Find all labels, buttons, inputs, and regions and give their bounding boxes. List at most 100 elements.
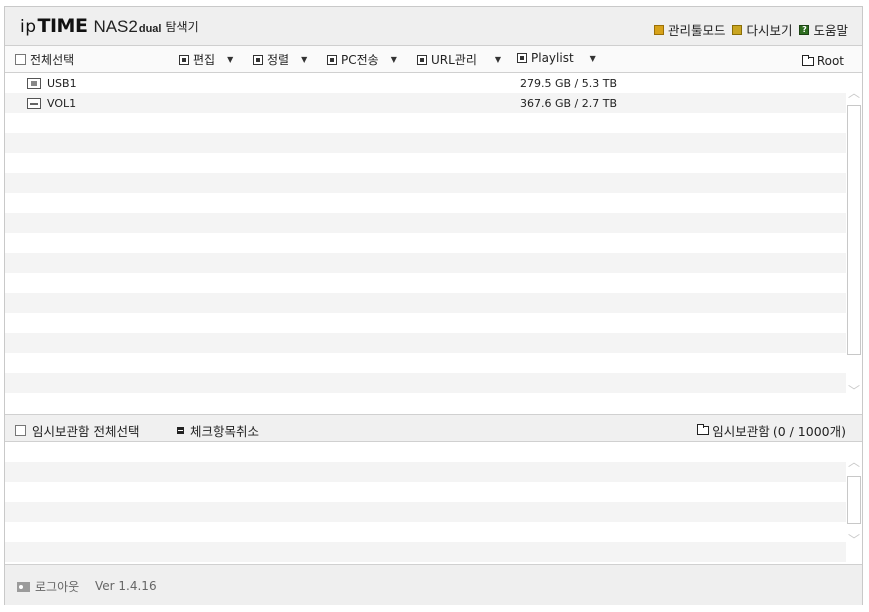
logout-button[interactable]: 로그아웃 [17, 578, 79, 595]
empty-row [5, 293, 846, 313]
file-list-scrollbar[interactable]: ︿ ﹀ [846, 73, 862, 414]
file-list: USB1 279.5 GB / 5.3 TB VOL1 367.6 GB / 2… [5, 73, 846, 414]
root-label: Root [816, 54, 844, 68]
empty-row [5, 373, 846, 393]
admin-mode-label: 관리툴모드 [667, 23, 726, 38]
empty-row [5, 482, 846, 502]
temp-storage-list [5, 442, 846, 564]
file-name-cell: VOL1 [27, 97, 76, 110]
sort-icon [253, 54, 263, 65]
version-text: Ver 1.4.16 [95, 579, 157, 593]
empty-row [5, 133, 846, 153]
empty-row [5, 173, 846, 193]
header-links: 관리툴모드 다시보기 ? 도움말 [653, 20, 848, 39]
sort-menu[interactable]: 정렬 ▼ [253, 51, 307, 68]
empty-row [5, 313, 846, 333]
minus-icon [177, 427, 184, 434]
scroll-thumb[interactable] [847, 476, 861, 524]
select-all-label: 전체선택 [30, 53, 75, 67]
folder-icon [801, 54, 814, 66]
toolbar: 전체선택 편집 ▼ 정렬 ▼ PC전송 ▼ URL관리 ▼ Playlist ▼ [5, 46, 862, 73]
playlist-icon [517, 53, 527, 63]
list-item[interactable]: VOL1 367.6 GB / 2.7 TB [5, 93, 846, 113]
admin-mode-link[interactable]: 관리툴모드 [653, 20, 726, 39]
nas-explorer-window: ip TIME NAS2 dual 탐색기 관리툴모드 다시보기 ? 도움말 전… [4, 6, 863, 605]
temp-select-all-label: 임시보관함 전체선택 [32, 424, 140, 439]
empty-row [5, 333, 846, 353]
chevron-down-icon: ▼ [589, 53, 596, 63]
iptime-logo: ip TIME NAS2 dual 탐색기 [20, 15, 199, 37]
edit-icon [179, 54, 189, 65]
usb-drive-icon [27, 77, 41, 89]
folder-icon [697, 424, 710, 435]
empty-row [5, 233, 846, 253]
reload-link[interactable]: 다시보기 [732, 20, 792, 39]
empty-row [5, 393, 846, 413]
key-icon [17, 581, 30, 592]
empty-row [5, 462, 846, 482]
logo-dual: dual [138, 23, 162, 35]
empty-row [5, 442, 846, 462]
pc-transfer-icon [327, 54, 337, 65]
empty-row [5, 273, 846, 293]
empty-row [5, 253, 846, 273]
logout-label: 로그아웃 [35, 580, 80, 594]
scroll-thumb[interactable] [847, 105, 861, 355]
checkbox-icon[interactable] [15, 425, 26, 436]
url-manage-label: URL관리 [431, 53, 477, 67]
scroll-down-icon[interactable]: ﹀ [846, 532, 862, 548]
reload-label: 다시보기 [746, 23, 793, 38]
file-name[interactable]: USB1 [47, 77, 77, 90]
empty-row [5, 542, 846, 562]
scroll-down-icon[interactable]: ﹀ [846, 383, 862, 399]
chevron-down-icon: ▼ [390, 55, 397, 64]
file-size: 367.6 GB / 2.7 TB [520, 96, 618, 110]
checkbox-icon[interactable] [15, 54, 26, 65]
temp-storage-label: 임시보관함 [712, 424, 770, 439]
url-manage-icon [417, 54, 427, 65]
playlist-menu[interactable]: Playlist ▼ [517, 51, 596, 65]
pc-transfer-menu[interactable]: PC전송 ▼ [327, 51, 397, 68]
chevron-down-icon: ▼ [301, 55, 308, 64]
edit-label: 편집 [193, 53, 216, 67]
edit-menu[interactable]: 편집 ▼ [179, 51, 233, 68]
admin-mode-icon [653, 24, 664, 35]
help-link[interactable]: ? 도움말 [799, 20, 848, 39]
chevron-down-icon: ▼ [227, 55, 234, 64]
temp-select-all-checkbox[interactable]: 임시보관함 전체선택 [15, 421, 139, 440]
temp-storage-link[interactable]: 임시보관함 (0 / 1000개) [697, 421, 846, 440]
help-label: 도움말 [813, 23, 848, 38]
temp-storage-bar: 임시보관함 전체선택 체크항목취소 임시보관함 (0 / 1000개) [5, 414, 862, 442]
file-size: 279.5 GB / 5.3 TB [520, 76, 618, 90]
uncheck-button[interactable]: 체크항목취소 [177, 421, 259, 440]
help-icon: ? [799, 24, 810, 35]
pc-transfer-label: PC전송 [341, 53, 379, 67]
chevron-down-icon: ▼ [494, 55, 502, 64]
footer-bar: 로그아웃 Ver 1.4.16 [5, 564, 862, 605]
logo-explorer: 탐색기 [165, 20, 199, 34]
reload-icon [732, 24, 743, 35]
sort-label: 정렬 [267, 53, 290, 67]
volume-drive-icon [27, 97, 41, 109]
url-manage-menu[interactable]: URL관리 ▼ [417, 51, 501, 68]
temp-storage-count: (0 / 1000개) [772, 424, 846, 439]
empty-row [5, 153, 846, 173]
logo-ip: ip [20, 17, 37, 37]
empty-row [5, 522, 846, 542]
file-name[interactable]: VOL1 [47, 97, 76, 110]
list-item[interactable]: USB1 279.5 GB / 5.3 TB [5, 73, 846, 93]
empty-row [5, 353, 846, 373]
empty-row [5, 113, 846, 133]
scroll-up-icon[interactable]: ︿ [846, 454, 862, 470]
uncheck-label: 체크항목취소 [190, 424, 260, 439]
logo-nas: NAS2 [93, 17, 138, 36]
select-all-checkbox[interactable]: 전체선택 [15, 51, 74, 68]
empty-row [5, 193, 846, 213]
playlist-label: Playlist [531, 51, 574, 65]
file-name-cell: USB1 [27, 77, 77, 90]
temp-list-scrollbar[interactable]: ︿ ﹀ [846, 442, 862, 564]
scroll-up-icon[interactable]: ︿ [846, 85, 862, 101]
logo-time: TIME [37, 15, 88, 37]
root-button[interactable]: Root [801, 54, 844, 68]
empty-row [5, 213, 846, 233]
